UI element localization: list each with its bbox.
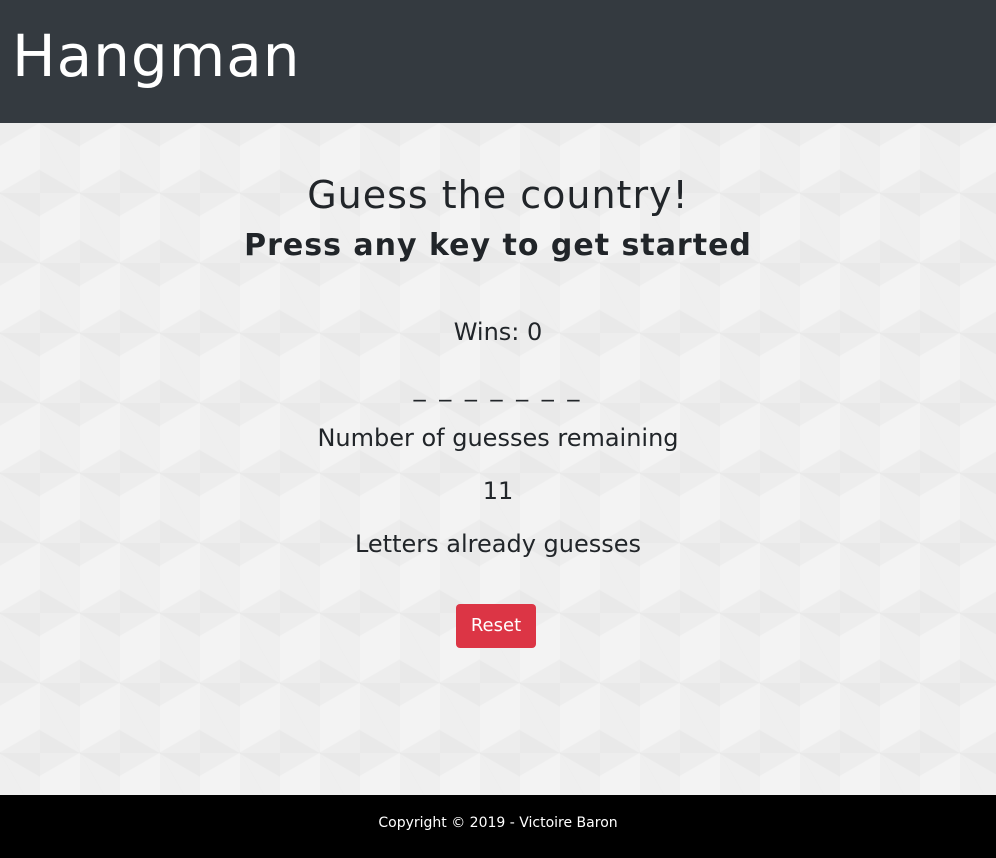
game-area: Guess the country! Press any key to get … <box>0 123 996 795</box>
guesses-remaining-label: Number of guesses remaining <box>317 424 679 452</box>
game-instructions: Press any key to get started <box>244 228 752 263</box>
game-headline: Guess the country! <box>307 173 689 217</box>
site-header: Hangman <box>0 0 996 123</box>
app-title: Hangman <box>12 22 301 90</box>
wins-counter: Wins: 0 <box>453 318 543 346</box>
site-footer: Copyright © 2019 - Victoire Baron <box>0 795 996 858</box>
copyright-text: Copyright © 2019 - Victoire Baron <box>378 815 618 831</box>
reset-button[interactable]: Reset <box>456 604 536 648</box>
letters-guessed-label: Letters already guesses <box>354 530 642 558</box>
guesses-remaining-count: 11 <box>482 477 514 505</box>
word-blanks: _ _ _ _ _ _ _ <box>413 374 583 402</box>
